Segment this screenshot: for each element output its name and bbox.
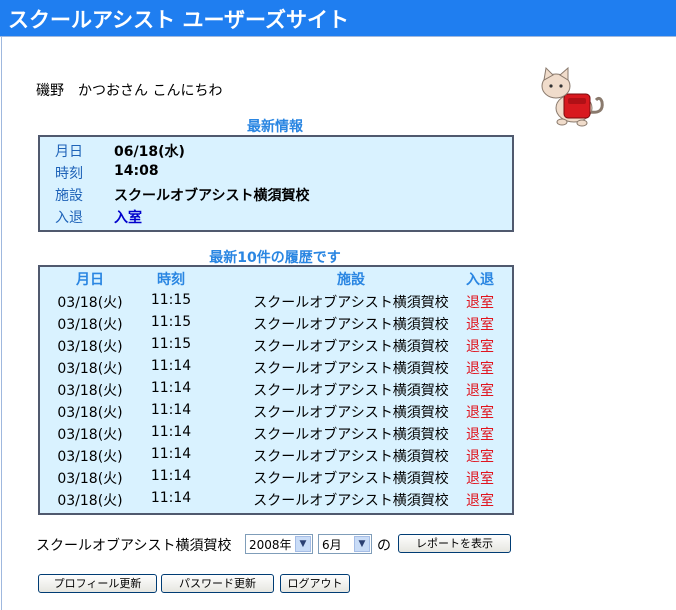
history-cell-inout: 退室	[466, 295, 494, 311]
latest-date-value: 06/18(水)	[114, 144, 185, 160]
history-cell-time: 11:14	[150, 380, 192, 396]
report-school-label: スクールオブアシスト横須賀校	[36, 538, 232, 554]
year-select[interactable]: 2008年 ▼	[245, 534, 313, 554]
latest-info-panel: 月日 06/18(水) 時刻 14:08 施設 スクールオブアシスト横須賀校 入…	[38, 135, 514, 232]
history-cell-date: 03/18(火)	[57, 493, 123, 509]
history-cell-inout: 退室	[466, 317, 494, 333]
history-cell-time: 11:15	[150, 336, 192, 352]
history-cell-date: 03/18(火)	[57, 339, 123, 355]
history-cell-time: 11:14	[150, 468, 192, 484]
history-cell-date: 03/18(火)	[57, 427, 123, 443]
history-header-time: 時刻	[157, 272, 185, 288]
dropdown-arrow-icon: ▼	[295, 536, 311, 552]
history-cell-inout: 退室	[466, 427, 494, 443]
history-cell-inout: 退室	[466, 339, 494, 355]
history-cell-inout: 退室	[466, 405, 494, 421]
latest-time-value: 14:08	[114, 163, 159, 179]
latest-facility-label: 施設	[55, 188, 83, 204]
report-particle: の	[377, 538, 391, 554]
history-cell-time: 11:14	[150, 424, 192, 440]
history-cell-date: 03/18(火)	[57, 405, 123, 421]
logout-button[interactable]: ログアウト	[280, 574, 350, 593]
history-cell-date: 03/18(火)	[57, 295, 123, 311]
latest-time-label: 時刻	[55, 166, 83, 182]
history-cell-inout: 退室	[466, 383, 494, 399]
password-update-button[interactable]: パスワード更新	[161, 574, 274, 593]
history-cell-inout: 退室	[466, 449, 494, 465]
history-cell-date: 03/18(火)	[57, 471, 123, 487]
left-border	[1, 37, 2, 610]
history-cell-time: 11:14	[150, 490, 192, 506]
history-cell-time: 11:14	[150, 446, 192, 462]
cat-with-red-backpack-icon	[538, 62, 608, 132]
history-cell-inout: 退室	[466, 493, 494, 509]
latest-info-title: 最新情報	[247, 119, 303, 135]
profile-update-button[interactable]: プロフィール更新	[38, 574, 157, 593]
history-cell-date: 03/18(火)	[57, 383, 123, 399]
latest-inout-value: 入室	[114, 210, 142, 226]
latest-facility-value: スクールオブアシスト横須賀校	[114, 188, 310, 204]
history-cell-time: 11:14	[150, 358, 192, 374]
dropdown-arrow-icon: ▼	[354, 536, 370, 552]
latest-date-label: 月日	[55, 144, 83, 160]
history-cell-time: 11:15	[150, 314, 192, 330]
history-header-date: 月日	[76, 272, 104, 288]
history-cell-date: 03/18(火)	[57, 449, 123, 465]
history-cell-inout: 退室	[466, 361, 494, 377]
month-select-value: 6月	[322, 538, 342, 552]
history-title: 最新10件の履歴です	[209, 250, 341, 266]
month-select[interactable]: 6月 ▼	[318, 534, 372, 554]
history-table: 月日 時刻 施設 入退 03/18(火) 11:15 スクールオブアシスト横須賀校退…	[38, 265, 514, 515]
site-header: スクールアシスト ユーザーズサイト	[0, 0, 676, 37]
year-select-value: 2008年	[249, 538, 292, 552]
greeting-text: 磯野 かつおさん こんにちわ	[36, 83, 223, 99]
history-cell-inout: 退室	[466, 471, 494, 487]
latest-inout-label: 入退	[55, 210, 83, 226]
history-cell-time: 11:14	[150, 402, 192, 418]
show-report-button[interactable]: レポートを表示	[398, 534, 511, 553]
history-cell-date: 03/18(火)	[57, 317, 123, 333]
history-header-inout: 入退	[466, 272, 494, 288]
site-title: スクールアシスト ユーザーズサイト	[8, 8, 349, 32]
history-cell-time: 11:15	[150, 292, 192, 308]
history-cell-date: 03/18(火)	[57, 361, 123, 377]
